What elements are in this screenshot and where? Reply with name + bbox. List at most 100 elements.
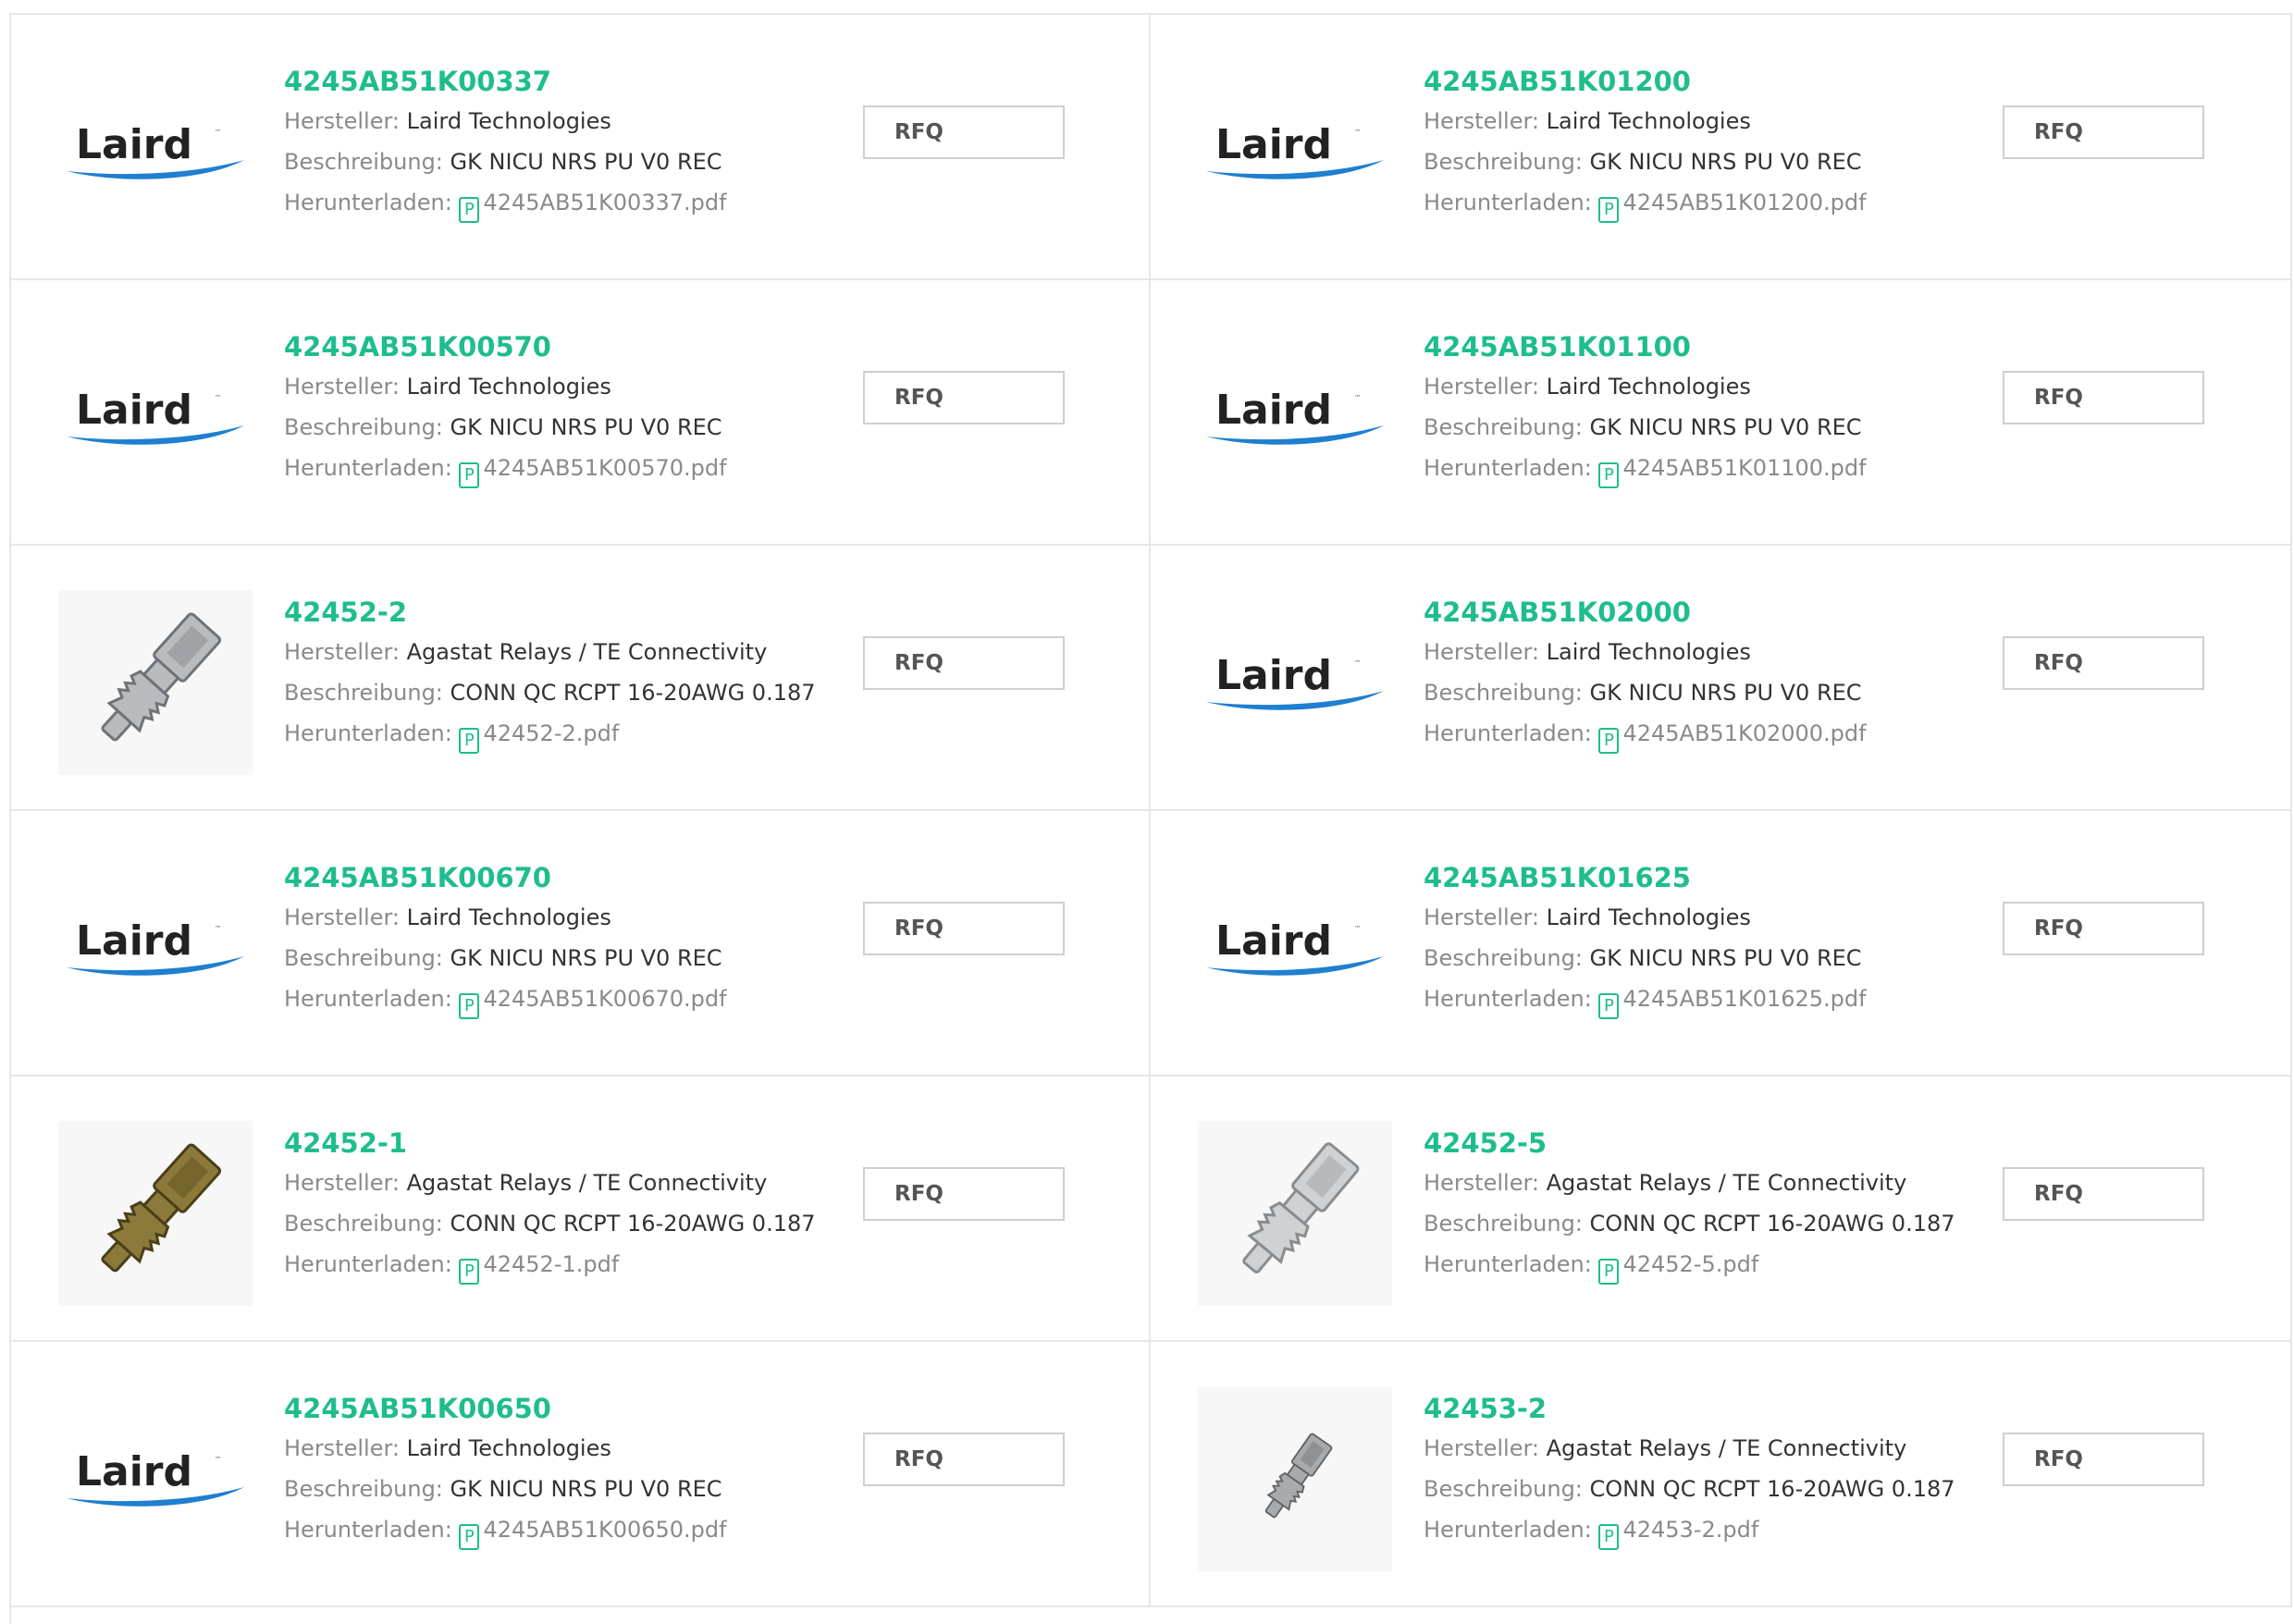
rfq-button[interactable]: RFQ	[863, 1433, 1065, 1486]
part-number-link[interactable]: 42452-5	[1424, 1125, 1955, 1162]
description-label: Beschreibung:	[284, 414, 443, 440]
part-number-link[interactable]: 4245AB51K01100	[1424, 328, 1867, 365]
rfq-button[interactable]: RFQ	[2003, 902, 2204, 955]
datasheet-link[interactable]: P 4245AB51K02000.pdf	[1598, 720, 1867, 754]
part-number-link[interactable]: 4245AB51K00570	[284, 328, 727, 365]
datasheet-filename[interactable]: 4245AB51K01200.pdf	[1622, 190, 1866, 215]
rfq-button[interactable]: RFQ	[863, 636, 1065, 690]
description-row: Beschreibung: GK NICU NRS PU V0 REC	[1424, 142, 1867, 181]
product-card: Laird ™ 4245AB51K01200 Hersteller: Laird …	[1151, 15, 2292, 280]
product-info: 42452-1 Hersteller: Agastat Relays / TE …	[284, 1125, 816, 1285]
product-image[interactable]	[1198, 1386, 1392, 1571]
laird-logo-icon: Laird ™	[1206, 652, 1384, 710]
product-image[interactable]	[1198, 1121, 1392, 1306]
rfq-button[interactable]: RFQ	[2003, 636, 2204, 690]
laird-logo-text: Laird	[1215, 387, 1332, 434]
description-row: Beschreibung: CONN QC RCPT 16-20AWG 0.18…	[1424, 1470, 1955, 1508]
part-number-link[interactable]: 42452-2	[284, 594, 816, 631]
rfq-button[interactable]: RFQ	[863, 371, 1065, 424]
datasheet-filename[interactable]: 42452-5.pdf	[1622, 1251, 1758, 1277]
product-image[interactable]: Laird ™	[1198, 59, 1392, 244]
download-row: Herunterladen: P 42452-1.pdf	[284, 1245, 816, 1285]
datasheet-filename[interactable]: 4245AB51K01625.pdf	[1622, 986, 1866, 1012]
rfq-button[interactable]: RFQ	[2003, 371, 2204, 424]
manufacturer-label: Hersteller:	[1424, 374, 1539, 400]
datasheet-link[interactable]: P 4245AB51K00670.pdf	[459, 986, 727, 1019]
part-number-link[interactable]: 4245AB51K02000	[1424, 594, 1867, 631]
description-value: GK NICU NRS PU V0 REC	[450, 945, 722, 971]
datasheet-link[interactable]: P 4245AB51K01200.pdf	[1598, 190, 1867, 223]
manufacturer-value: Laird Technologies	[406, 108, 611, 134]
datasheet-link[interactable]: P 4245AB51K00650.pdf	[459, 1517, 727, 1550]
datasheet-link[interactable]: P 4245AB51K00570.pdf	[459, 455, 727, 488]
product-card: Laird ™ 4245AB51K01625 Hersteller: Laird …	[1151, 811, 2292, 1077]
product-info: 42453-2 Hersteller: Agastat Relays / TE …	[1424, 1390, 1955, 1550]
product-image[interactable]	[58, 590, 253, 775]
datasheet-link[interactable]: P 42452-1.pdf	[459, 1251, 619, 1285]
datasheet-link[interactable]: P 42452-5.pdf	[1598, 1251, 1758, 1285]
datasheet-link[interactable]: P 4245AB51K01625.pdf	[1598, 986, 1867, 1019]
pdf-icon: P	[459, 197, 480, 223]
datasheet-filename[interactable]: 42452-1.pdf	[483, 1251, 619, 1277]
rfq-button[interactable]: RFQ	[2003, 1433, 2204, 1486]
description-row: Beschreibung: GK NICU NRS PU V0 REC	[284, 1470, 727, 1508]
part-number-link[interactable]: 4245AB51K00337	[284, 63, 727, 100]
laird-logo-icon: Laird ™	[1206, 121, 1384, 179]
rfq-button[interactable]: RFQ	[863, 1167, 1065, 1221]
part-number-link[interactable]: 42452-1	[284, 1125, 816, 1162]
manufacturer-row: Hersteller: Agastat Relays / TE Connecti…	[1424, 1163, 1955, 1202]
laird-logo-text: Laird	[76, 121, 192, 168]
datasheet-link[interactable]: P 42452-2.pdf	[459, 720, 619, 754]
product-image[interactable]	[58, 1121, 253, 1306]
product-image[interactable]: Laird ™	[1198, 325, 1392, 510]
description-value: GK NICU NRS PU V0 REC	[1589, 680, 1862, 706]
laird-logo-text: Laird	[76, 1448, 192, 1495]
product-image[interactable]: Laird ™	[1198, 855, 1392, 1040]
trademark-mark: ™	[1354, 394, 1361, 401]
manufacturer-row: Hersteller: Agastat Relays / TE Connecti…	[284, 633, 816, 671]
pdf-icon: P	[1598, 462, 1620, 488]
manufacturer-label: Hersteller:	[284, 639, 400, 665]
datasheet-filename[interactable]: 42452-2.pdf	[483, 720, 619, 746]
datasheet-filename[interactable]: 4245AB51K02000.pdf	[1622, 720, 1866, 746]
product-image[interactable]: Laird ™	[58, 1386, 253, 1571]
laird-logo-icon: Laird ™	[1206, 917, 1384, 976]
datasheet-filename[interactable]: 4245AB51K00570.pdf	[483, 455, 726, 481]
manufacturer-row: Hersteller: Laird Technologies	[1424, 102, 1867, 141]
download-label: Herunterladen:	[1424, 1251, 1592, 1277]
datasheet-filename[interactable]: 4245AB51K00337.pdf	[483, 190, 726, 215]
datasheet-filename[interactable]: 42453-2.pdf	[1622, 1517, 1758, 1543]
rfq-button[interactable]: RFQ	[2003, 1167, 2204, 1221]
description-value: GK NICU NRS PU V0 REC	[1589, 149, 1862, 175]
datasheet-filename[interactable]: 4245AB51K01100.pdf	[1622, 455, 1866, 481]
product-image[interactable]: Laird ™	[58, 325, 253, 510]
rfq-button[interactable]: RFQ	[863, 902, 1065, 955]
product-image[interactable]: Laird ™	[58, 855, 253, 1040]
part-number-link[interactable]: 42453-2	[1424, 1390, 1955, 1427]
description-row: Beschreibung: GK NICU NRS PU V0 REC	[1424, 408, 1867, 447]
rfq-button[interactable]: RFQ	[2003, 105, 2204, 159]
part-number-link[interactable]: 4245AB51K01625	[1424, 859, 1867, 896]
download-label: Herunterladen:	[284, 1517, 452, 1543]
manufacturer-label: Hersteller:	[284, 904, 400, 930]
download-row: Herunterladen: P 42452-5.pdf	[1424, 1245, 1955, 1285]
datasheet-link[interactable]: P 42453-2.pdf	[1598, 1517, 1758, 1550]
description-label: Beschreibung:	[1424, 1211, 1583, 1236]
download-row: Herunterladen: P 4245AB51K01625.pdf	[1424, 979, 1867, 1019]
manufacturer-label: Hersteller:	[284, 1435, 400, 1461]
product-card: Laird ™ 4245AB51K00570 Hersteller: Laird …	[11, 280, 1151, 546]
pdf-icon: P	[1598, 993, 1620, 1019]
product-image[interactable]: Laird ™	[1198, 590, 1392, 775]
datasheet-link[interactable]: P 4245AB51K01100.pdf	[1598, 455, 1867, 488]
description-value: GK NICU NRS PU V0 REC	[450, 414, 722, 440]
datasheet-filename[interactable]: 4245AB51K00670.pdf	[483, 986, 726, 1012]
datasheet-link[interactable]: P 4245AB51K00337.pdf	[459, 190, 727, 223]
part-number-link[interactable]: 4245AB51K00670	[284, 859, 727, 896]
rfq-button[interactable]: RFQ	[863, 105, 1065, 159]
product-card: 42452-1 Hersteller: Agastat Relays / TE …	[11, 1077, 1151, 1342]
datasheet-filename[interactable]: 4245AB51K00650.pdf	[483, 1517, 726, 1543]
product-image[interactable]: Laird ™	[58, 59, 253, 244]
part-number-link[interactable]: 4245AB51K01200	[1424, 63, 1867, 100]
description-label: Beschreibung:	[284, 680, 443, 706]
part-number-link[interactable]: 4245AB51K00650	[284, 1390, 727, 1427]
